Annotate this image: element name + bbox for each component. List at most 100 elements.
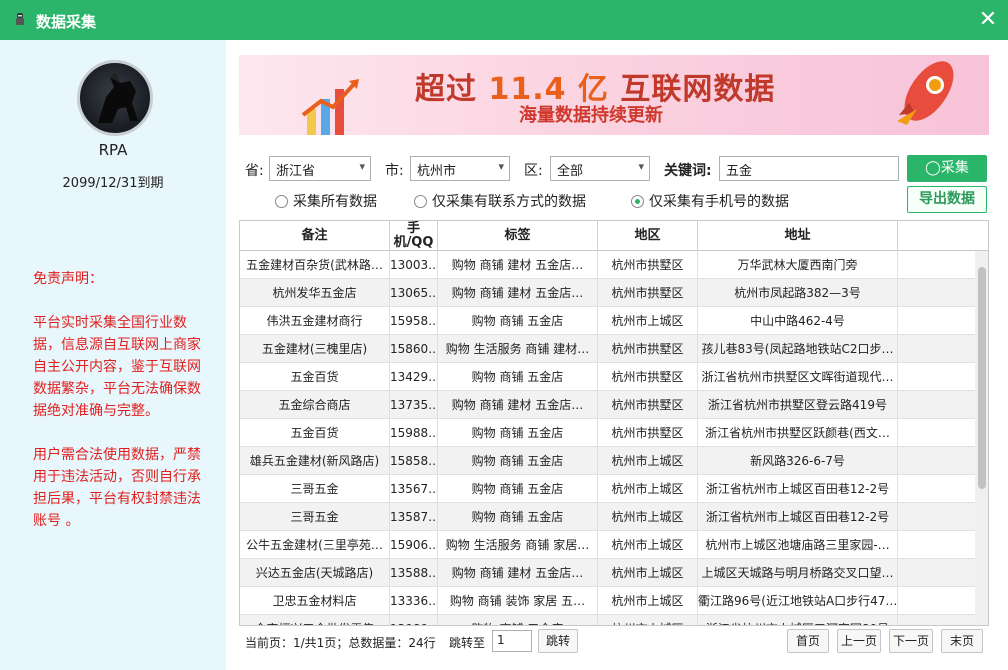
column-header[interactable]: 地址: [698, 221, 898, 251]
table-cell: 杭州市上城区: [598, 503, 698, 531]
vertical-scrollbar[interactable]: [975, 251, 988, 625]
data-table: 备注 手 机/QQ 标签 地区 地址 五金建材百杂货(武林路… 13003… 购物 …: [239, 220, 989, 626]
window-title: 数据采集: [36, 13, 97, 31]
district-label: 区:: [524, 163, 543, 179]
table-cell: 13587…: [390, 503, 438, 531]
table-cell: 上城区天城路与明月桥路交叉口望…: [698, 559, 898, 587]
prev-page-button[interactable]: 上一页: [837, 629, 881, 653]
city-select[interactable]: 杭州市 ▾: [410, 156, 510, 181]
column-header[interactable]: 备注: [240, 221, 390, 251]
table-cell: 三哥五金: [240, 503, 390, 531]
table-cell: 浙江省杭州市拱墅区文晖街道现代…: [698, 363, 898, 391]
table-row[interactable]: 金宇恒兴五金批发零售13989…购物 商铺 五金店杭州市上城区浙江省杭州市上城区…: [240, 615, 988, 625]
sidebar: RPA 2099/12/31到期 免责声明： 平台实时采集全国行业数据，信息源自…: [0, 40, 226, 670]
table-cell: 购物 商铺 五金店: [438, 307, 598, 335]
table-cell: 衢江路96号(近江地铁站A口步行47…: [698, 587, 898, 615]
disclaimer-paragraph: 用户需合法使用数据，严禁用于违法活动，否则自行承担后果，平台有权封禁违法账号 。: [33, 447, 201, 529]
close-button[interactable]: ✕: [974, 6, 1002, 34]
page-number-input[interactable]: 1: [492, 630, 532, 652]
search-button[interactable]: ◯采集: [907, 155, 987, 182]
table-row[interactable]: 雄兵五金建材(新风路店) 15858… 购物 商铺 五金店 杭州市上城区 新风路326-…: [240, 447, 988, 475]
banner-subtitle: 海量数据持续更新: [519, 105, 663, 126]
table-cell: 购物 商铺 五金店: [438, 615, 598, 625]
keyword-label: 关键词:: [664, 163, 712, 179]
table-cell: 五金百货: [240, 419, 390, 447]
table-cell: 购物 商铺 五金店: [438, 503, 598, 531]
table-cell: 购物 商铺 建材 五金店…: [438, 391, 598, 419]
next-page-button[interactable]: 下一页: [889, 629, 933, 653]
table-cell: 孩儿巷83号(凤起路地铁站C2口步…: [698, 335, 898, 363]
export-button[interactable]: 导出数据: [907, 186, 987, 213]
table-row[interactable]: 五金建材(三槐里店) 15860… 购物 生活服务 商铺 建材… 杭州市拱墅区 孩儿巷8…: [240, 335, 988, 363]
chevron-down-icon: ▾: [498, 160, 504, 173]
table-row[interactable]: 五金百货 15988… 购物 商铺 五金店 杭州市拱墅区 浙江省杭州市拱墅区跃颜巷(西文…: [240, 419, 988, 447]
table-cell: 浙江省杭州市上城区百田巷12-2号: [698, 475, 898, 503]
disclaimer-paragraph: 平台实时采集全国行业数据，信息源自互联网上商家自主公开内容，鉴于互联网数据繁杂，…: [33, 315, 201, 419]
keyword-input[interactable]: 五金: [719, 156, 899, 181]
column-header[interactable]: 地区: [598, 221, 698, 251]
column-header[interactable]: 标签: [438, 221, 598, 251]
table-cell: 15988…: [390, 419, 438, 447]
province-label: 省:: [245, 163, 264, 179]
table-cell: 购物 生活服务 商铺 建材…: [438, 335, 598, 363]
user-name: RPA: [98, 141, 128, 159]
table-row[interactable]: 五金建材百杂货(武林路… 13003… 购物 商铺 建材 五金店… 杭州市拱墅区 万华武…: [240, 251, 988, 279]
radio-circle: [275, 195, 288, 208]
table-cell: 杭州发华五金店: [240, 279, 390, 307]
table-row[interactable]: 伟洪五金建材商行 15958… 购物 商铺 五金店 杭州市上城区 中山中路462-4号: [240, 307, 988, 335]
table-row[interactable]: 公牛五金建材(三里亭苑… 15906… 购物 生活服务 商铺 家居… 杭州市上城区 杭州…: [240, 531, 988, 559]
table-cell: 浙江省杭州市上城区百田巷12-2号: [698, 503, 898, 531]
table-row[interactable]: 三哥五金 13587… 购物 商铺 五金店 杭州市上城区 浙江省杭州市上城区百田巷12-…: [240, 503, 988, 531]
table-cell: 15860…: [390, 335, 438, 363]
province-select[interactable]: 浙江省 ▾: [269, 156, 371, 181]
table-row[interactable]: 五金综合商店 13735… 购物 商铺 建材 五金店… 杭州市拱墅区 浙江省杭州市拱墅区…: [240, 391, 988, 419]
column-header[interactable]: 手 机/QQ: [390, 221, 438, 251]
radio-all[interactable]: 采集所有数据: [275, 191, 377, 211]
jump-button[interactable]: 跳转: [538, 629, 578, 653]
table-cell: 杭州市上城区池塘庙路三里家园-…: [698, 531, 898, 559]
table-cell: 新风路326-6-7号: [698, 447, 898, 475]
table-cell: 浙江省杭州市拱墅区登云路419号: [698, 391, 898, 419]
table-cell: 购物 商铺 建材 五金店…: [438, 279, 598, 307]
table-cell: 杭州市上城区: [598, 559, 698, 587]
table-cell: 13429…: [390, 363, 438, 391]
table-cell: 13588…: [390, 559, 438, 587]
expire-date: 2099/12/31到期: [62, 176, 164, 191]
table-cell: 13735…: [390, 391, 438, 419]
chart-bars-icon: [301, 79, 359, 135]
table-row[interactable]: 兴达五金店(天城路店) 13588… 购物 商铺 建材 五金店… 杭州市上城区 上城区天…: [240, 559, 988, 587]
table-cell: 杭州市拱墅区: [598, 363, 698, 391]
table-cell: 杭州市上城区: [598, 307, 698, 335]
table-cell: 中山中路462-4号: [698, 307, 898, 335]
table-cell: 五金建材(三槐里店): [240, 335, 390, 363]
table-row[interactable]: 卫忠五金材料店 13336… 购物 商铺 装饰 家居 五… 杭州市上城区 衢江路96号(…: [240, 587, 988, 615]
radio-mobile[interactable]: 仅采集有手机号的数据: [631, 191, 789, 211]
table-cell: 公牛五金建材(三里亭苑…: [240, 531, 390, 559]
table-cell: 杭州市上城区: [598, 615, 698, 625]
table-cell: 伟洪五金建材商行: [240, 307, 390, 335]
table-cell: 杭州市上城区: [598, 587, 698, 615]
table-cell: 三哥五金: [240, 475, 390, 503]
table-cell: 13336…: [390, 587, 438, 615]
table-header: 备注 手 机/QQ 标签 地区 地址: [240, 221, 988, 251]
table-cell: 杭州市拱墅区: [598, 251, 698, 279]
radio-contact[interactable]: 仅采集有联系方式的数据: [414, 191, 586, 211]
avatar: [77, 60, 153, 136]
table-cell: 杭州市上城区: [598, 447, 698, 475]
scrollbar-thumb[interactable]: [978, 267, 986, 489]
table-cell: 15958…: [390, 307, 438, 335]
district-select[interactable]: 全部 ▾: [550, 156, 650, 181]
disclaimer: 免责声明： 平台实时采集全国行业数据，信息源自互联网上商家自主公开内容，鉴于互联…: [33, 268, 203, 554]
table-row[interactable]: 三哥五金 13567… 购物 商铺 五金店 杭州市上城区 浙江省杭州市上城区百田巷12-…: [240, 475, 988, 503]
table-cell: 杭州市拱墅区: [598, 279, 698, 307]
app-icon: [16, 13, 24, 25]
rocket-icon: [897, 61, 954, 125]
table-cell: 购物 商铺 建材 五金店…: [438, 559, 598, 587]
table-row[interactable]: 五金百货 13429… 购物 商铺 五金店 杭州市拱墅区 浙江省杭州市拱墅区文晖街道现代…: [240, 363, 988, 391]
table-row[interactable]: 杭州发华五金店 13065… 购物 商铺 建材 五金店… 杭州市拱墅区 杭州市凤起路38…: [240, 279, 988, 307]
chevron-down-icon: ▾: [638, 160, 644, 173]
first-page-button[interactable]: 首页: [787, 629, 829, 653]
last-page-button[interactable]: 末页: [941, 629, 983, 653]
table-cell: 五金综合商店: [240, 391, 390, 419]
table-cell: 13567…: [390, 475, 438, 503]
